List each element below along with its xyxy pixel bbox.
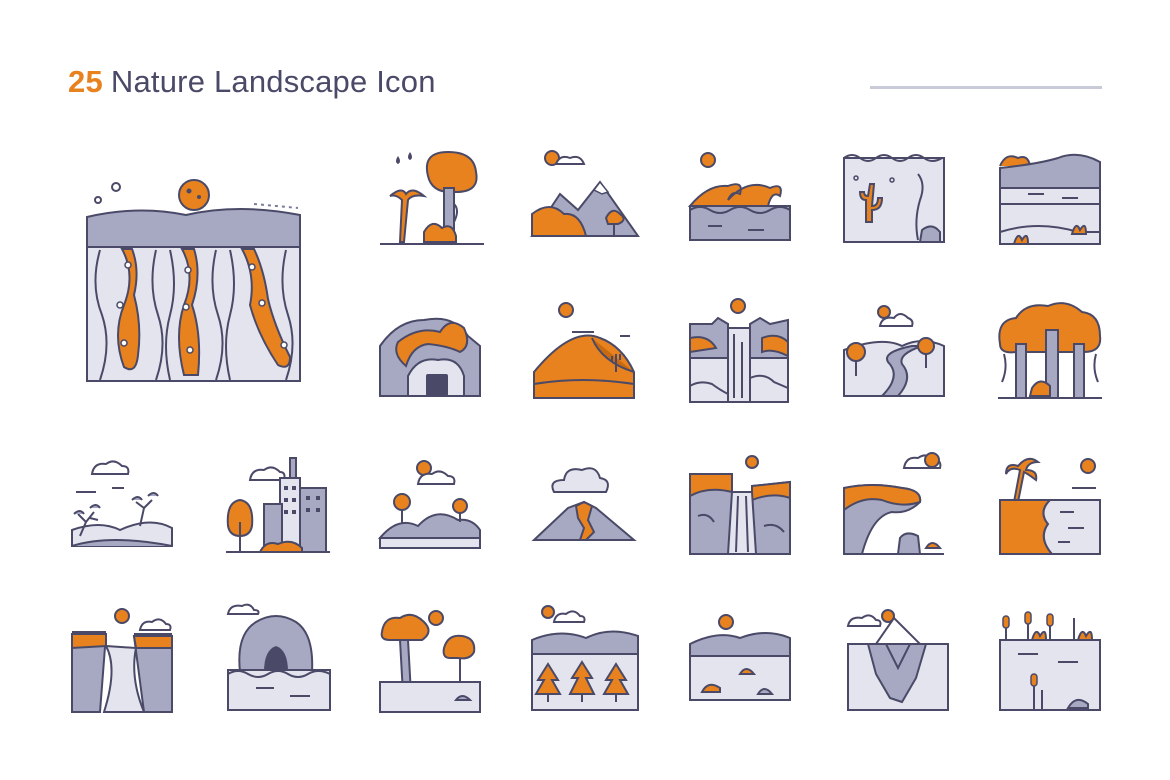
savanna-icon [70, 460, 174, 548]
swamp-icon [998, 604, 1102, 712]
cave-icon [378, 306, 482, 398]
volcano-icon [531, 462, 637, 542]
header-divider [870, 86, 1102, 89]
underwater-icon [842, 150, 946, 244]
trees-icon [378, 608, 482, 713]
cliff-icon [842, 452, 946, 556]
sea-cave-icon [226, 603, 332, 712]
ocean-waves-icon [687, 150, 792, 242]
pine-forest-icon [530, 604, 640, 712]
river-icon [842, 305, 946, 398]
iceberg-icon [846, 608, 950, 712]
icon-count: 25 [68, 64, 103, 99]
jungle-icon [378, 148, 488, 248]
lava-field-icon [78, 175, 308, 385]
waterfall-icon [688, 298, 790, 404]
page-title: 25 Nature Landscape Icon [68, 64, 436, 100]
desert-dunes-icon [532, 302, 636, 400]
title-text: Nature Landscape Icon [110, 64, 436, 99]
city-icon [224, 456, 332, 554]
beach-icon [998, 452, 1102, 556]
rainforest-icon [996, 300, 1104, 400]
hills-icon [377, 460, 482, 550]
canyon-waterfall-icon [688, 455, 792, 556]
valley-icon [688, 614, 792, 702]
lake-icon [998, 148, 1102, 248]
ravine-icon [70, 608, 174, 714]
mountains-icon [530, 148, 640, 238]
